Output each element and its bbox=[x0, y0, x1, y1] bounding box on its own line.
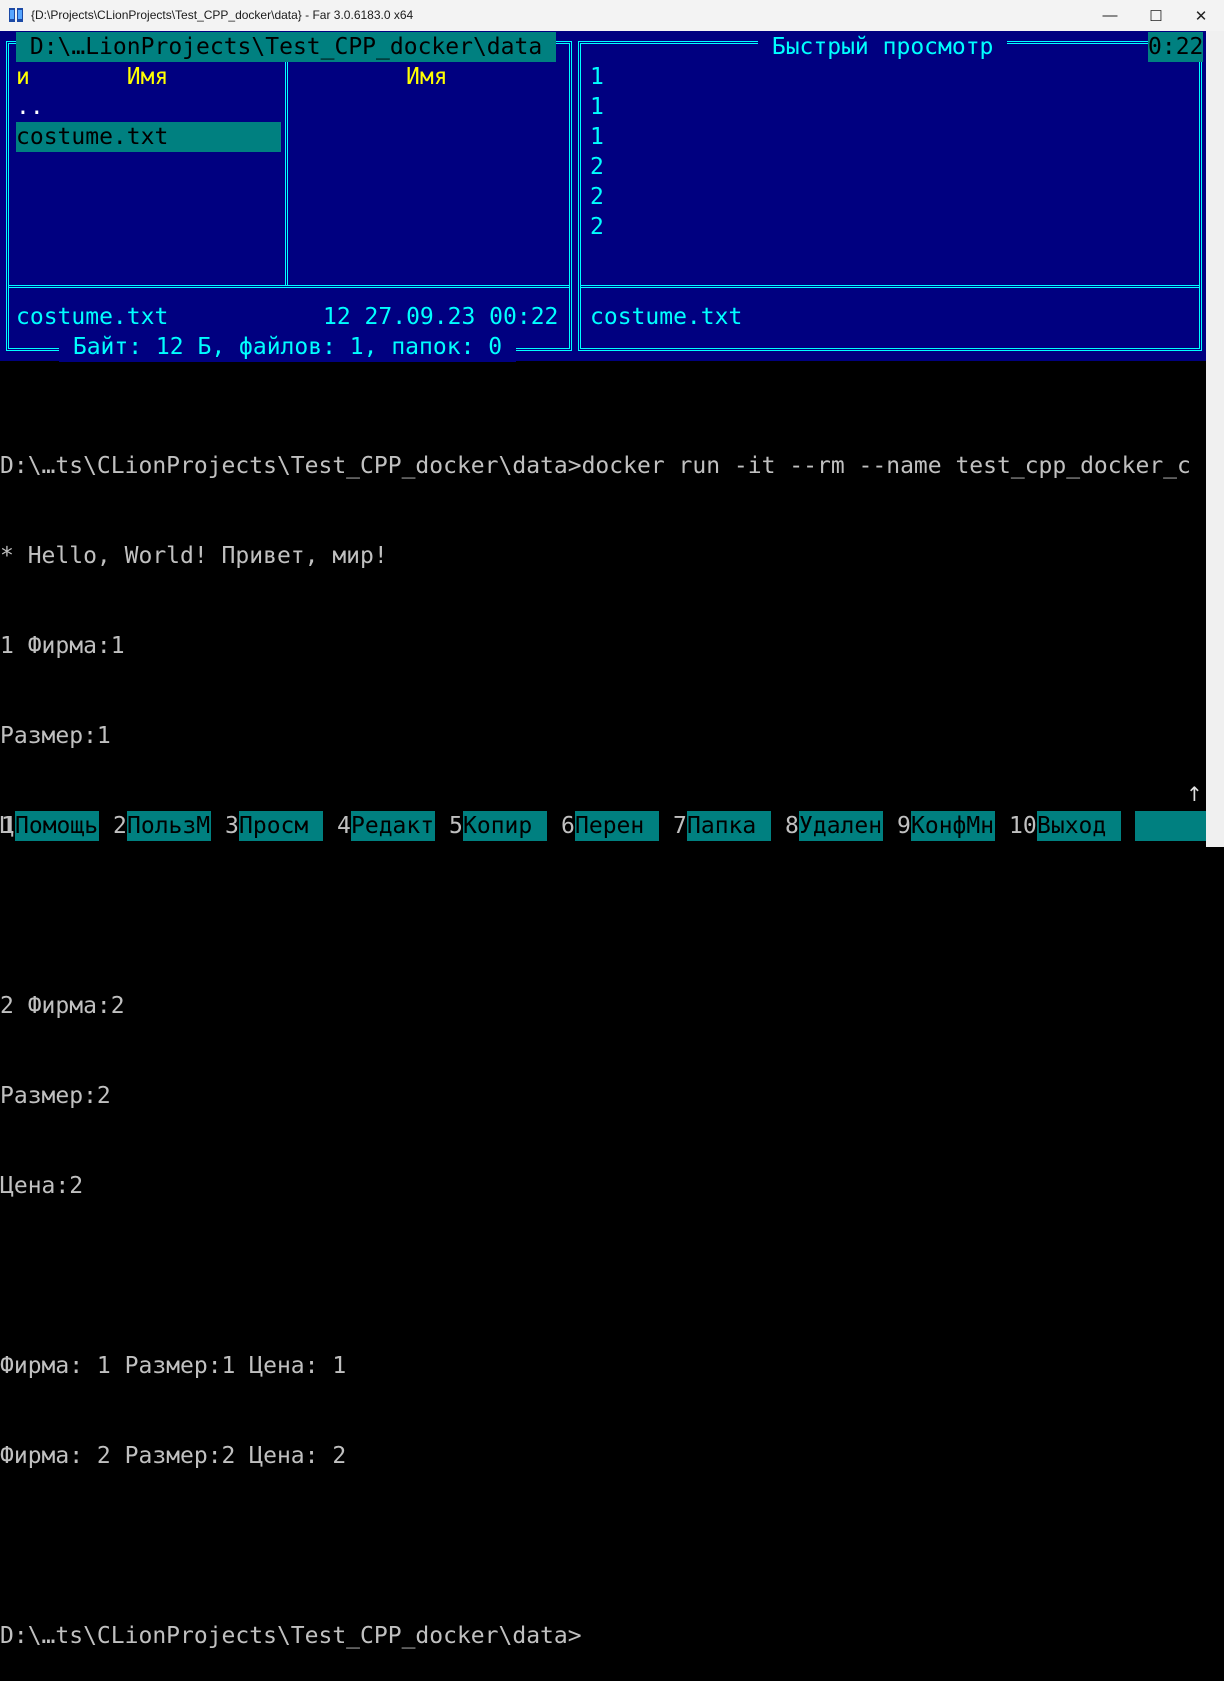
left-panel-status-divider bbox=[9, 285, 569, 288]
preview-line: 1 bbox=[590, 124, 604, 150]
fkey-copy-button[interactable]: Копир bbox=[463, 811, 547, 841]
preview-line: 2 bbox=[590, 154, 604, 180]
fkey-move-button[interactable]: Перен bbox=[575, 811, 659, 841]
minimize-icon: — bbox=[1102, 7, 1118, 24]
terminal-line: Размер:1 bbox=[0, 723, 111, 749]
fkey-view-button[interactable]: Просм bbox=[239, 811, 323, 841]
panel-clock: 0:22 bbox=[1148, 32, 1204, 62]
scrollbar[interactable] bbox=[1206, 31, 1224, 847]
terminal-line: Фирма: 2 Размер:2 Цена: 2 bbox=[0, 1443, 347, 1469]
fkey-number: 6 bbox=[561, 813, 575, 839]
quick-view-title: Быстрый просмотр bbox=[758, 32, 1008, 62]
scroll-up-arrow-icon[interactable]: ↑ bbox=[1186, 782, 1203, 806]
preview-line: 1 bbox=[590, 64, 604, 90]
fkey-number: 2 bbox=[113, 813, 127, 839]
fkey-number: 8 bbox=[785, 813, 799, 839]
left-panel-column-header-1[interactable]: и Имя bbox=[16, 62, 168, 92]
file-item-parent[interactable]: .. bbox=[16, 92, 44, 122]
terminal-line: Фирма: 1 Размер:1 Цена: 1 bbox=[0, 1353, 347, 1379]
terminal-line: 2 Фирма:2 bbox=[0, 993, 125, 1019]
terminal-line: Размер:2 bbox=[0, 1083, 111, 1109]
left-panel-summary: Байт: 12 Б, файлов: 1, папок: 0 bbox=[59, 332, 516, 362]
command-prompt[interactable]: D:\…ts\CLionProjects\Test_CPP_docker\dat… bbox=[0, 1621, 1206, 1651]
window-title-bar[interactable]: {D:\Projects\CLionProjects\Test_CPP_dock… bbox=[0, 0, 1224, 32]
fkey-number: 1 bbox=[1, 813, 15, 839]
terminal-output[interactable]: D:\…ts\CLionProjects\Test_CPP_docker\dat… bbox=[0, 391, 1206, 1681]
fkey-delete-button[interactable]: Удален bbox=[799, 811, 883, 841]
maximize-icon: ☐ bbox=[1149, 7, 1163, 25]
minimize-button[interactable]: — bbox=[1087, 0, 1133, 31]
fkey-number: 5 bbox=[449, 813, 463, 839]
fkey-edit-button[interactable]: Редакт bbox=[351, 811, 435, 841]
window-title: {D:\Projects\CLionProjects\Test_CPP_dock… bbox=[31, 8, 414, 22]
preview-line: 1 bbox=[590, 94, 604, 120]
close-icon: ✕ bbox=[1194, 7, 1208, 25]
right-panel-status-divider bbox=[581, 285, 1199, 288]
fkey-mkdir-button[interactable]: Папка bbox=[687, 811, 771, 841]
terminal-line: Цена:2 bbox=[0, 1173, 84, 1199]
left-panel-status-info: 12 27.09.23 00:22 bbox=[323, 304, 559, 330]
panels-area: D:\…LionProjects\Test_CPP_docker\data и … bbox=[0, 31, 1206, 362]
command-line: D:\…ts\CLionProjects\Test_CPP_docker\dat… bbox=[0, 453, 1191, 479]
far-app-icon bbox=[9, 8, 23, 22]
fkey-number: 10 bbox=[1009, 813, 1037, 839]
fkey-number: 9 bbox=[897, 813, 911, 839]
file-item-selected[interactable]: costume.txt bbox=[16, 122, 281, 152]
fkey-help-button[interactable]: Помощь bbox=[15, 811, 99, 841]
preview-line: 2 bbox=[590, 214, 604, 240]
fkey-exit-button[interactable]: Выход bbox=[1037, 811, 1121, 841]
fkey-empty-slot bbox=[1135, 811, 1206, 841]
left-panel-column-divider bbox=[285, 62, 288, 285]
fkey-number: 7 bbox=[673, 813, 687, 839]
close-button[interactable]: ✕ bbox=[1178, 0, 1224, 31]
right-panel-status-name: costume.txt bbox=[590, 304, 743, 330]
fkey-number: 4 bbox=[337, 813, 351, 839]
left-panel-path[interactable]: D:\…LionProjects\Test_CPP_docker\data bbox=[16, 32, 557, 62]
preview-line: 2 bbox=[590, 184, 604, 210]
left-panel-status-name: costume.txt bbox=[16, 304, 169, 330]
fkey-user-menu-button[interactable]: ПользМ bbox=[127, 811, 211, 841]
function-key-bar: 1 Помощь 2 ПользМ 3 Просм 4 Редакт 5 Коп… bbox=[0, 811, 1206, 841]
terminal-line: 1 Фирма:1 bbox=[0, 633, 125, 659]
fkey-config-menu-button[interactable]: КонфМн bbox=[911, 811, 995, 841]
terminal-line: * Hello, World! Привет, мир! bbox=[0, 543, 388, 569]
fkey-number: 3 bbox=[225, 813, 239, 839]
left-panel-column-header-2[interactable]: Имя bbox=[406, 62, 448, 92]
maximize-button[interactable]: ☐ bbox=[1133, 0, 1179, 31]
